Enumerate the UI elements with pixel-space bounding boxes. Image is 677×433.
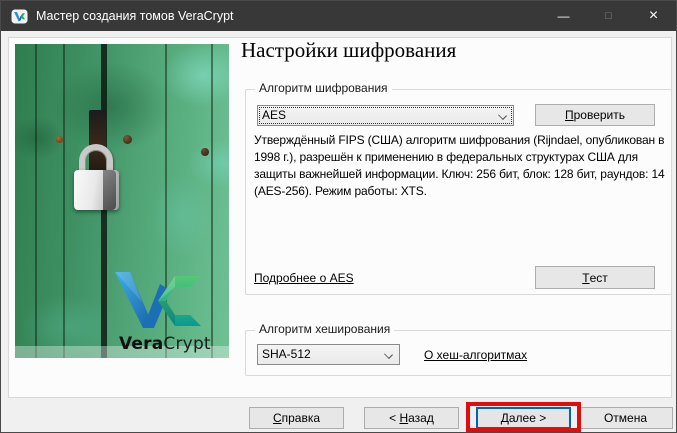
- encryption-group-label: Алгоритм шифрования: [255, 81, 392, 95]
- help-button-label: правка: [282, 411, 320, 425]
- logo-text-regular: Crypt: [163, 334, 210, 354]
- veracrypt-logo-mark: [113, 270, 205, 332]
- chevron-down-icon: [384, 350, 393, 359]
- description-line: (AES-256). Режим работы: XTS.: [254, 183, 665, 200]
- test-button-accesskey: Т: [582, 271, 589, 285]
- back-button-prefix: <: [389, 411, 399, 425]
- encryption-algorithm-value: AES: [262, 108, 286, 122]
- description-line: Утверждённый FIPS (США) алгоритм шифрова…: [254, 132, 665, 149]
- more-about-aes-link[interactable]: Подробнее о AES: [254, 271, 354, 285]
- bolt: [123, 135, 132, 144]
- veracrypt-app-icon: [11, 8, 28, 25]
- encryption-algorithm-select[interactable]: AES: [257, 105, 514, 126]
- hash-algorithm-group: Алгоритм хеширования SHA-512 О хеш-алгор…: [245, 330, 672, 376]
- hash-group-label: Алгоритм хеширования: [255, 322, 394, 336]
- veracrypt-logo-text: VeraCrypt: [119, 334, 211, 354]
- help-button-accesskey: С: [273, 411, 282, 425]
- next-button-accesskey: Д: [501, 411, 509, 425]
- description-line: защиты важнейшей информации. Ключ: 256 б…: [254, 166, 665, 183]
- algorithm-description: Утверждённый FIPS (США) алгоритм шифрова…: [254, 132, 665, 200]
- next-button-label: алее >: [509, 411, 546, 425]
- titlebar[interactable]: Мастер создания томов VeraCrypt — □ ×: [1, 1, 676, 31]
- back-button-label: азад: [408, 411, 434, 425]
- back-button[interactable]: < Назад: [364, 407, 459, 429]
- benchmark-button-label: роверить: [574, 108, 625, 122]
- plank-line: [63, 44, 65, 358]
- description-line: 1998 г.), разрешён к применению в федера…: [254, 149, 665, 166]
- back-button-accesskey: Н: [399, 411, 408, 425]
- bolt: [201, 148, 209, 156]
- encryption-algorithm-group: Алгоритм шифрования AES Проверить Утверж…: [245, 89, 672, 295]
- test-button[interactable]: Тест: [535, 266, 655, 289]
- maximize-button: □: [586, 1, 631, 31]
- benchmark-button[interactable]: Проверить: [535, 104, 655, 126]
- hash-algorithm-select[interactable]: SHA-512: [257, 344, 400, 365]
- close-button[interactable]: ×: [631, 1, 676, 31]
- veracrypt-logo: VeraCrypt: [113, 270, 223, 354]
- padlock-body: [74, 170, 119, 210]
- hash-info-link[interactable]: О хеш-алгоритмах: [424, 348, 527, 362]
- cancel-button[interactable]: Отмена: [578, 407, 673, 429]
- logo-text-bold: Vera: [119, 334, 163, 354]
- hash-algorithm-value: SHA-512: [262, 347, 311, 361]
- window-title: Мастер создания томов VeraCrypt: [36, 1, 234, 31]
- plank-line: [35, 44, 37, 358]
- next-button[interactable]: Далее >: [476, 407, 571, 429]
- bolt: [56, 136, 63, 143]
- page-title: Настройки шифрования: [241, 38, 456, 63]
- close-icon: ×: [649, 7, 658, 25]
- cancel-button-label: Отмена: [604, 411, 647, 425]
- benchmark-button-accesskey: П: [565, 108, 574, 122]
- test-button-label: ест: [590, 271, 608, 285]
- veracrypt-wizard-window: Мастер создания томов VeraCrypt — □ ×: [0, 0, 677, 433]
- help-button[interactable]: Справка: [249, 407, 344, 429]
- minimize-button[interactable]: —: [541, 1, 586, 31]
- chevron-down-icon: [498, 111, 507, 120]
- maximize-icon: □: [605, 10, 612, 22]
- minimize-icon: —: [558, 9, 570, 23]
- door-padlock-photo: VeraCrypt: [15, 44, 229, 358]
